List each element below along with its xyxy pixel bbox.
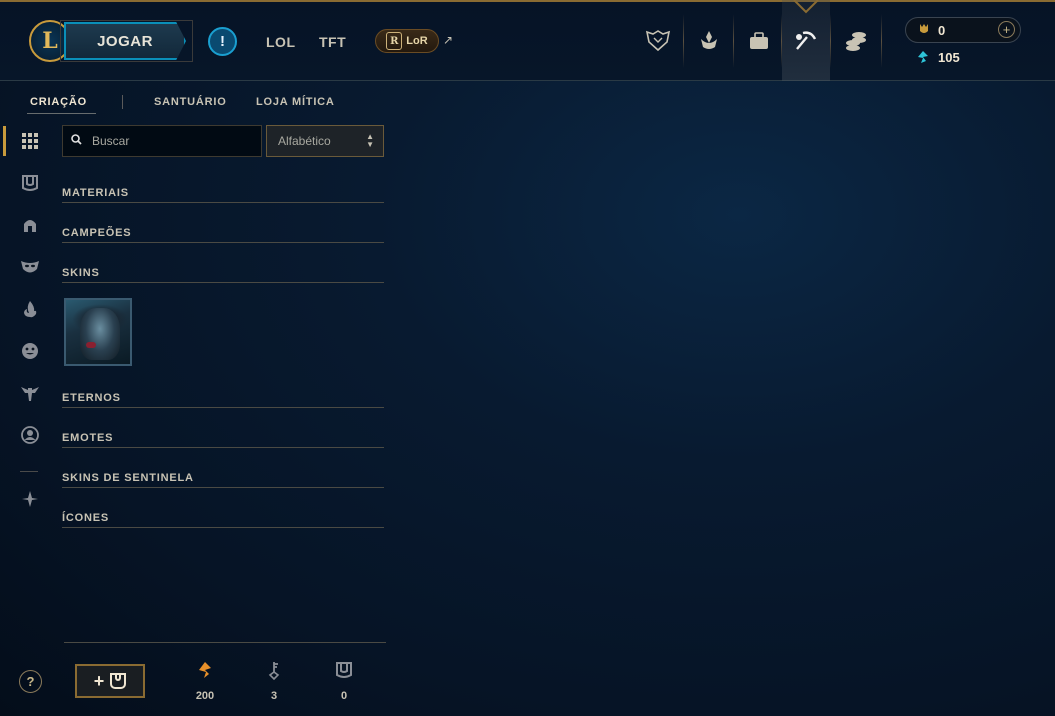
divider	[683, 14, 684, 68]
chests-value: 0	[340, 690, 348, 702]
category-skins[interactable]: SKINS	[62, 263, 384, 283]
play-button[interactable]: JOGAR	[64, 22, 186, 60]
plus-label: +	[93, 670, 105, 691]
divider	[881, 14, 882, 68]
orange-essence-icon	[195, 660, 215, 680]
buy-rp-button[interactable]: +	[998, 21, 1015, 38]
riot-points-value: 0	[938, 23, 946, 38]
category-label: ETERNOS	[62, 392, 121, 404]
skin-art-figure	[80, 308, 120, 360]
select-arrows-icon: ▲ ▼	[366, 132, 374, 149]
store-icon[interactable]	[841, 26, 871, 56]
summoner-icon-filter-icon[interactable]	[18, 423, 42, 447]
tab-criacao[interactable]: CRIAÇÃO	[30, 96, 87, 108]
sort-selected-value: Alfabético	[278, 134, 331, 148]
key-icon	[264, 660, 284, 680]
footer-separator	[64, 642, 386, 643]
skin-shard-item[interactable]	[64, 298, 132, 366]
tft-filter-icon[interactable]	[18, 487, 42, 511]
ward-skin-icon[interactable]	[18, 381, 42, 405]
side-separator	[20, 471, 38, 472]
profile-icon[interactable]	[744, 26, 774, 56]
tab-separator	[122, 95, 123, 109]
ranked-icon[interactable]	[694, 26, 724, 56]
category-emotes[interactable]: EMOTES	[62, 428, 384, 448]
keys-value: 3	[270, 690, 278, 702]
category-materiais[interactable]: MATERIAIS	[62, 183, 384, 203]
category-eternos[interactable]: ETERNOS	[62, 388, 384, 408]
all-items-grid-icon[interactable]	[18, 129, 42, 153]
active-tab-chevron-icon	[793, 0, 819, 14]
category-label: CAMPEÕES	[62, 227, 132, 239]
riot-points-icon	[917, 22, 931, 36]
craft-key-chest-button[interactable]: +	[75, 664, 145, 698]
category-campeoes[interactable]: CAMPEÕES	[62, 223, 384, 243]
search-icon	[71, 134, 82, 148]
loot-icon[interactable]	[791, 26, 821, 56]
champion-helmet-icon[interactable]	[18, 213, 42, 237]
emote-smile-icon[interactable]	[18, 339, 42, 363]
chest-filter-icon[interactable]	[18, 171, 42, 195]
category-label: SKINS DE SENTINELA	[62, 472, 194, 484]
side-active-indicator	[3, 126, 6, 156]
skin-art-accent	[86, 342, 96, 348]
divider	[733, 14, 734, 68]
category-label: EMOTES	[62, 432, 114, 444]
search-input[interactable]	[90, 133, 244, 149]
category-icones[interactable]: ÍCONES	[62, 508, 384, 528]
search-input-container[interactable]	[62, 125, 262, 157]
lor-button[interactable]: R LoR	[375, 29, 439, 53]
orange-essence-value: 200	[195, 690, 215, 702]
category-label: SKINS	[62, 267, 100, 279]
blue-essence-value: 105	[938, 50, 960, 65]
category-label: ÍCONES	[62, 512, 109, 524]
tab-santuario[interactable]: SANTUÁRIO	[154, 96, 227, 108]
category-label: MATERIAIS	[62, 187, 129, 199]
alert-icon[interactable]: !	[208, 27, 237, 56]
tab-loja-mitica[interactable]: LOJA MÍTICA	[256, 96, 335, 108]
eternals-flame-icon[interactable]	[18, 297, 42, 321]
nav-lol[interactable]: LOL	[266, 34, 296, 50]
skin-mask-icon[interactable]	[18, 255, 42, 279]
nav-tft[interactable]: TFT	[319, 34, 346, 50]
lor-logo-icon: R	[386, 32, 403, 50]
divider	[830, 14, 831, 68]
active-tab-underline	[27, 113, 96, 114]
chest-icon	[110, 673, 127, 689]
lor-label: LoR	[406, 35, 428, 47]
external-link-icon: ↗	[443, 33, 454, 47]
category-skins-de-sentinela[interactable]: SKINS DE SENTINELA	[62, 468, 384, 488]
chest-count-icon	[334, 660, 354, 680]
help-button[interactable]: ?	[19, 670, 42, 693]
sort-dropdown[interactable]: Alfabético ▲ ▼	[266, 125, 384, 157]
clash-icon[interactable]	[643, 26, 673, 56]
blue-essence-icon	[916, 50, 930, 67]
